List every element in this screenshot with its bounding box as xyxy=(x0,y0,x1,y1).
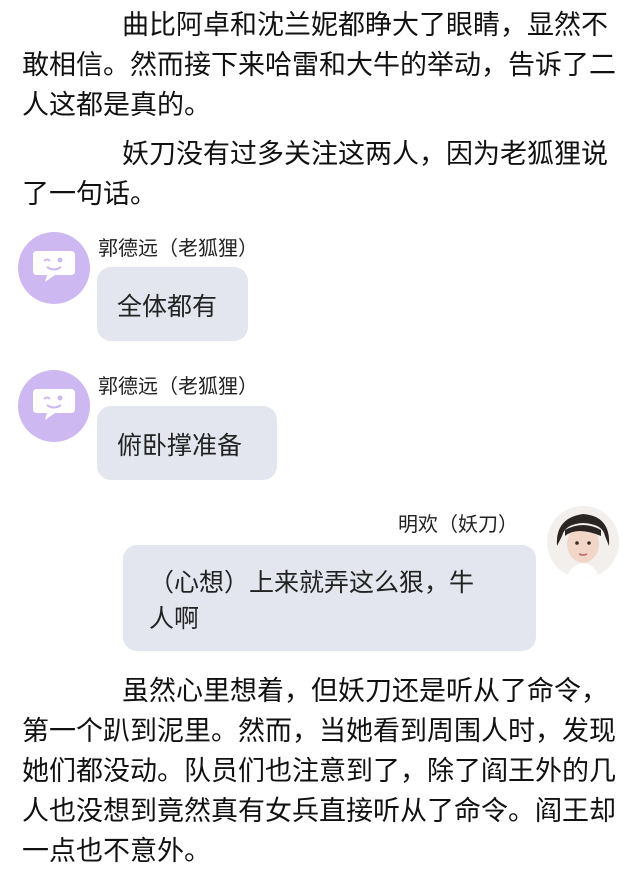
speaker-name: 郭德远（老狐狸） xyxy=(98,374,258,398)
chat-bubble-icon xyxy=(33,389,75,420)
story-paragraph: 虽然心里想着，但妖刀还是听从了命令，第一个趴到泥里。然而，当她看到周围人时，发现… xyxy=(22,676,616,867)
message-bubble: 俯卧撑准备 xyxy=(97,406,277,480)
message-bubble: （心想）上来就弄这么狠，牛 人啊 xyxy=(123,545,536,651)
speaker-name: 郭德远（老狐狸） xyxy=(98,236,258,260)
message-text-line: 人啊 xyxy=(149,604,200,633)
portrait-photo xyxy=(547,506,619,578)
chat-bubble-icon xyxy=(33,251,75,282)
avatar[interactable] xyxy=(18,370,90,442)
avatar[interactable] xyxy=(18,232,90,304)
avatar[interactable] xyxy=(547,506,619,578)
message-text-line: （心想）上来就弄这么狠，牛 xyxy=(149,568,475,597)
speaker-name: 明欢（妖刀） xyxy=(398,512,518,536)
message-bubble: 全体都有 xyxy=(97,267,248,341)
story-paragraph: 曲比阿卓和沈兰妮都睁大了眼睛，显然不敢相信。然而接下来哈雷和大牛的举动，告诉了二… xyxy=(22,10,616,121)
story-paragraph: 妖刀没有过多关注这两人，因为老狐狸说了一句话。 xyxy=(22,139,608,210)
